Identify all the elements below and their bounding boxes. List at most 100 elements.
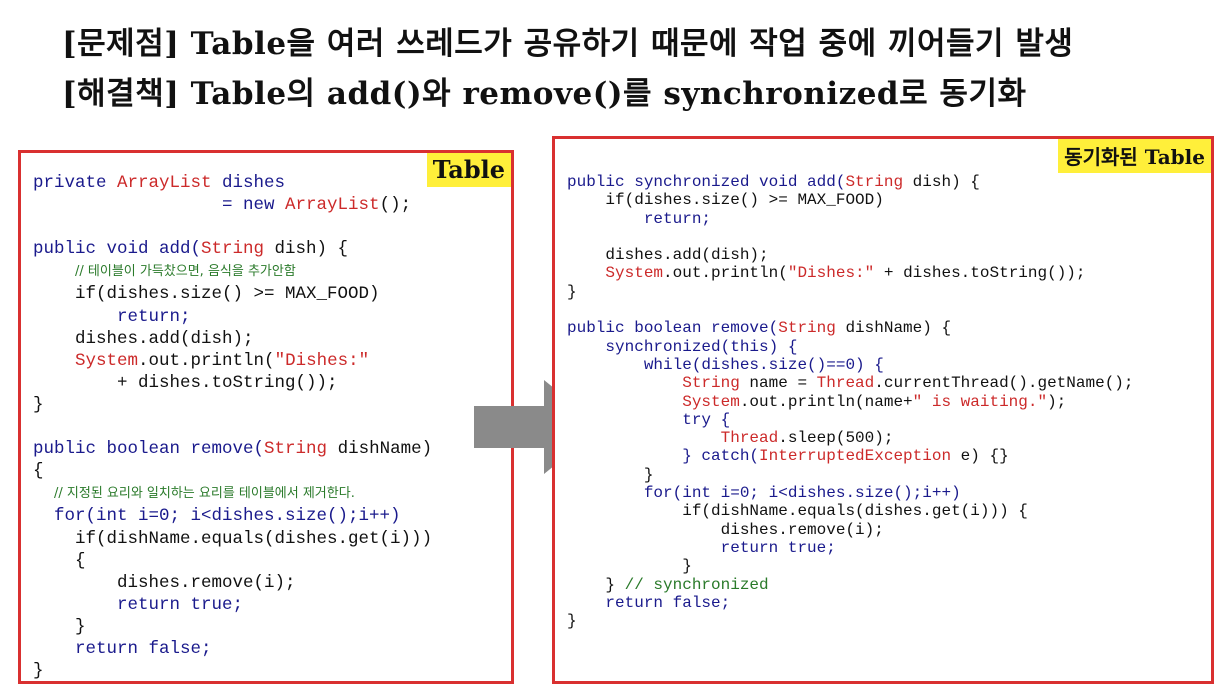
synchronized-table-code-block: public synchronized void add(String dish… xyxy=(567,173,1134,630)
code-line: if(dishName.equals(dishes.get(i))) xyxy=(33,528,432,550)
code-line: // 지정된 요리와 일치하는 요리를 테이블에서 제거한다. xyxy=(33,482,432,505)
code-line: } // synchronized xyxy=(567,576,1134,594)
code-token: Thread xyxy=(816,374,875,393)
code-token: public boolean remove( xyxy=(567,319,779,338)
code-line: if(dishes.size() >= MAX_FOOD) xyxy=(33,283,432,305)
code-token: System xyxy=(682,392,740,411)
code-token: } xyxy=(33,616,86,637)
solution-heading: [해결책] Table의 add()와 remove()를 synchroniz… xyxy=(62,76,1027,112)
code-token: name = xyxy=(739,374,817,393)
code-line: System.out.println("Dishes:" xyxy=(33,350,432,372)
code-line: public boolean remove(String dishName) xyxy=(33,438,432,460)
code-token: // synchronized xyxy=(624,575,769,594)
code-token: e) {} xyxy=(951,447,1009,466)
code-line: { xyxy=(33,460,432,482)
code-token: dishName) xyxy=(327,439,433,460)
code-line: try { xyxy=(567,411,1134,429)
code-token: + dishes.toString()); xyxy=(33,372,338,393)
code-token: } xyxy=(567,612,577,631)
code-token: if(dishes.size() >= MAX_FOOD) xyxy=(567,191,884,210)
code-token: System xyxy=(605,264,664,283)
code-token: ); xyxy=(1047,392,1067,411)
code-token: InterruptedException xyxy=(759,447,952,466)
code-line: dishes.add(dish); xyxy=(33,328,432,350)
code-line: System.out.println(name+" is waiting."); xyxy=(567,393,1134,411)
code-line: } xyxy=(567,612,1134,630)
code-token: ArrayList xyxy=(285,195,380,216)
code-token: .out.println(name+ xyxy=(739,392,913,411)
code-line: return; xyxy=(567,210,1134,228)
code-line: // 테이블이 가득찼으면, 음식을 추가안함 xyxy=(33,260,432,283)
code-token: if(dishes.size() >= MAX_FOOD) xyxy=(33,284,380,305)
code-line: } catch(InterruptedException e) {} xyxy=(567,447,1134,465)
code-line: private ArrayList dishes xyxy=(33,172,432,194)
code-line: return; xyxy=(33,306,432,328)
code-token: for(int i=0; i<dishes.size();i++) xyxy=(33,506,401,527)
code-token: .sleep(500); xyxy=(778,429,894,448)
code-token: return true; xyxy=(33,594,244,615)
code-line: public boolean remove(String dishName) { xyxy=(567,319,1134,337)
table-code-panel: Table private ArrayList dishes = new Arr… xyxy=(18,150,514,684)
code-token: System xyxy=(75,350,139,371)
code-token: String xyxy=(778,319,836,338)
code-line: } xyxy=(567,466,1134,484)
code-line: while(dishes.size()==0) { xyxy=(567,356,1134,374)
code-token: } catch( xyxy=(567,447,760,466)
code-line: Thread.sleep(500); xyxy=(567,429,1134,447)
synchronized-table-badge: 동기화된 Table xyxy=(1058,139,1211,173)
code-token: if(dishName.equals(dishes.get(i))) { xyxy=(567,502,1028,521)
code-token: return true; xyxy=(567,538,836,557)
code-token: dishes.remove(i); xyxy=(33,572,296,593)
problem-heading: [문제점] Table을 여러 쓰레드가 공유하기 때문에 작업 중에 끼어들기… xyxy=(62,26,1074,62)
code-token: String xyxy=(264,439,328,460)
code-token: } xyxy=(567,465,654,484)
code-token: while(dishes.size()==0) { xyxy=(567,355,884,374)
code-token: return false; xyxy=(33,638,212,659)
code-line: } xyxy=(567,283,1134,301)
code-token: dish) { xyxy=(264,239,349,260)
code-line: for(int i=0; i<dishes.size();i++) xyxy=(33,505,432,527)
code-token: ArrayList xyxy=(117,173,212,193)
code-token: .currentThread().getName(); xyxy=(874,374,1134,393)
code-token: String xyxy=(845,173,904,191)
code-token: Thread xyxy=(720,429,779,448)
code-line: } xyxy=(33,616,432,638)
code-token: dishes xyxy=(211,173,286,193)
code-token: dishes.add(dish); xyxy=(33,328,254,349)
code-token: String xyxy=(682,374,740,393)
code-line: String name = Thread.currentThread().get… xyxy=(567,374,1134,393)
code-token: public void add( xyxy=(33,239,202,260)
code-token: " is waiting." xyxy=(912,392,1048,411)
code-line: synchronized(this) { xyxy=(567,338,1134,356)
code-line: dishes.add(dish); xyxy=(567,246,1134,264)
code-token: = new xyxy=(33,195,286,216)
code-token: // 지정된 요리와 일치하는 요리를 테이블에서 제거한다. xyxy=(54,486,355,502)
table-badge: Table xyxy=(426,153,511,187)
code-line: for(int i=0; i<dishes.size();i++) xyxy=(567,484,1134,502)
code-token: private xyxy=(33,173,118,193)
code-token: public boolean remove( xyxy=(33,439,265,460)
code-line: return false; xyxy=(567,594,1134,612)
code-line: return true; xyxy=(33,594,432,616)
code-token: .out.println( xyxy=(138,350,275,371)
code-token: dishName) { xyxy=(835,319,952,338)
code-line: } xyxy=(567,557,1134,575)
code-token: return; xyxy=(33,306,191,327)
code-line: public synchronized void add(String dish… xyxy=(567,173,1134,191)
synchronized-table-code-panel: 동기화된 Table public synchronized void add(… xyxy=(552,136,1214,684)
code-token: "Dishes:" xyxy=(787,264,875,283)
code-line: { xyxy=(33,550,432,572)
code-token: return false; xyxy=(567,593,731,612)
code-token: "Dishes:" xyxy=(274,350,370,371)
code-token: } xyxy=(33,661,44,682)
code-token: public synchronized void add( xyxy=(567,173,846,191)
code-line: return true; xyxy=(567,539,1134,557)
code-token: try { xyxy=(567,410,731,429)
code-token: for(int i=0; i<dishes.size();i++) xyxy=(567,484,961,503)
